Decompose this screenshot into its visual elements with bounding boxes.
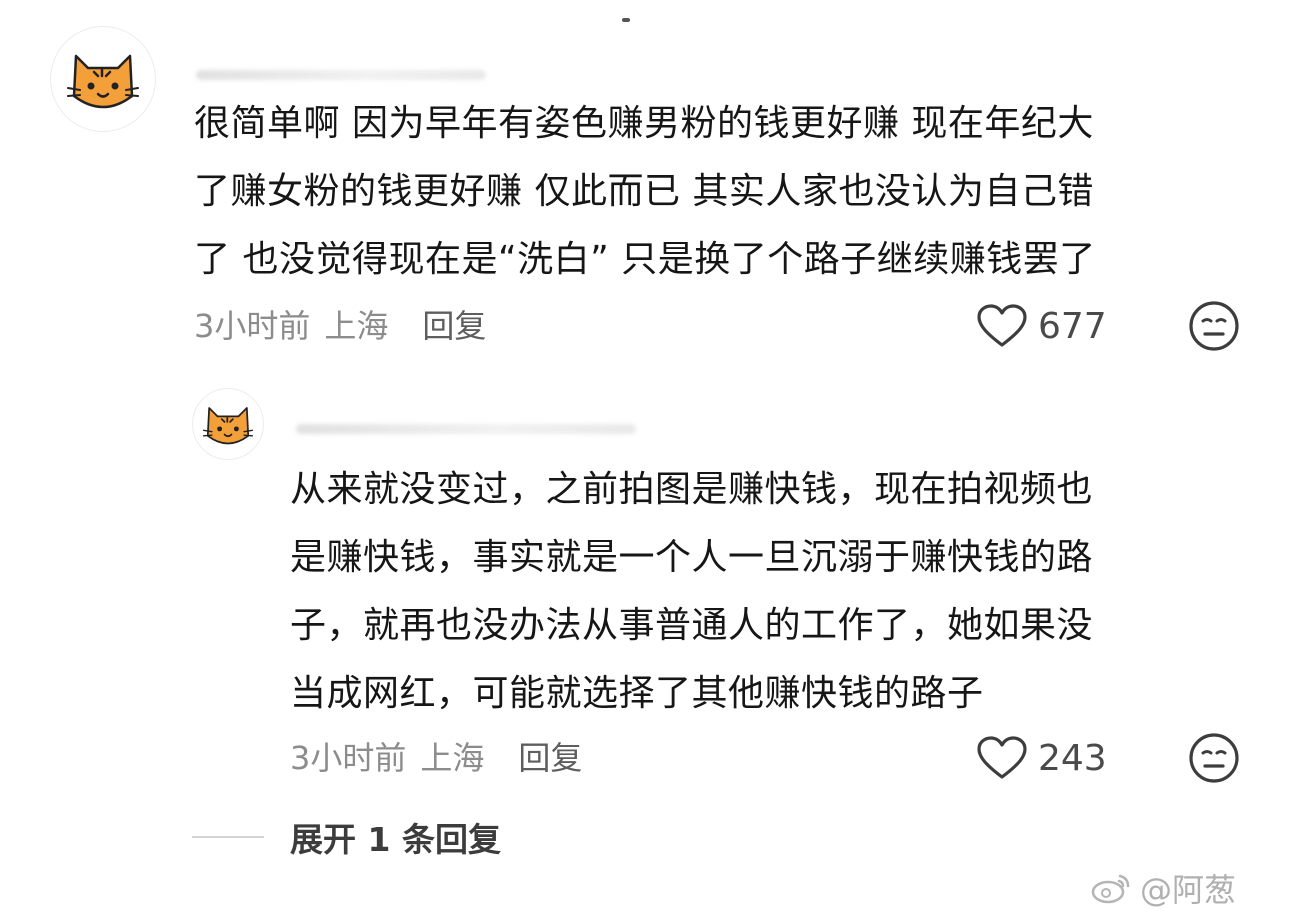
like-button[interactable]: 677 [976, 304, 1107, 348]
commenter-avatar[interactable] [192, 388, 264, 460]
like-button[interactable]: 243 [976, 736, 1107, 780]
expand-divider [192, 836, 264, 838]
dislike-face-icon[interactable] [1188, 732, 1240, 784]
comment-meta: 3小时前 上海 回复 [194, 302, 486, 346]
watermark: @阿葱 [1090, 866, 1236, 910]
like-count: 677 [1038, 305, 1107, 347]
username-blurred[interactable] [296, 424, 636, 434]
weibo-logo-icon [1091, 874, 1130, 904]
heart-icon [977, 304, 1027, 347]
dislike-face-icon[interactable] [1188, 300, 1240, 352]
comment-text: 从来就没变过，之前拍图是赚快钱，现在拍视频也 是赚快钱，事实就是一个人一旦沉溺于… [290, 469, 1094, 714]
like-count: 243 [1038, 737, 1107, 779]
comment-time: 3小时前 [290, 739, 407, 777]
cat-avatar-icon [67, 54, 139, 109]
reply-button[interactable]: 回复 [422, 301, 486, 347]
comment-time: 3小时前 [194, 307, 311, 345]
comment-location: 上海 [324, 307, 389, 345]
status-dot [622, 18, 630, 22]
commenter-avatar[interactable] [50, 26, 156, 132]
username-blurred[interactable] [196, 70, 486, 80]
reply-button[interactable]: 回复 [518, 733, 582, 779]
watermark-text: @阿葱 [1140, 871, 1237, 909]
expand-replies-button[interactable]: 展开 1 条回复 [192, 814, 501, 860]
comment-meta: 3小时前 上海 回复 [290, 734, 582, 778]
expand-replies-label: 展开 1 条回复 [290, 820, 501, 859]
cat-avatar-icon [202, 407, 254, 445]
heart-icon [977, 736, 1027, 779]
comment-location: 上海 [420, 739, 485, 777]
comment-text: 很简单啊 因为早年有姿色赚男粉的钱更好赚 现在年纪大 了赚女粉的钱更好赚 仅此而… [194, 103, 1096, 280]
